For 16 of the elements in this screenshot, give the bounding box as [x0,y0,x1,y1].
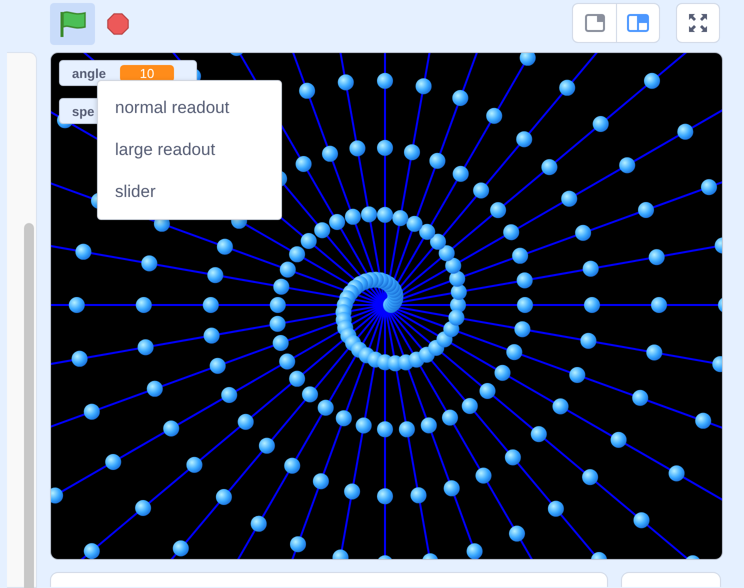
menu-item[interactable]: slider [98,171,281,213]
menu-item[interactable]: large readout [98,129,281,171]
stage-size-button[interactable] [616,3,660,43]
flag-icon [58,9,88,39]
variable-value: 10 [120,64,174,82]
fullscreen-icon [688,13,708,33]
normal-stage-icon [627,14,649,32]
variable-name: angle [72,66,106,80]
small-stage-icon [584,14,604,32]
menu-item[interactable]: normal readout [98,87,281,129]
fullscreen-button[interactable] [676,3,720,43]
stage-size-button[interactable] [572,3,616,43]
variable-name: spe [72,104,94,118]
scrollbar[interactable] [24,223,34,588]
stop-icon [107,10,129,38]
run-button[interactable] [50,3,95,45]
